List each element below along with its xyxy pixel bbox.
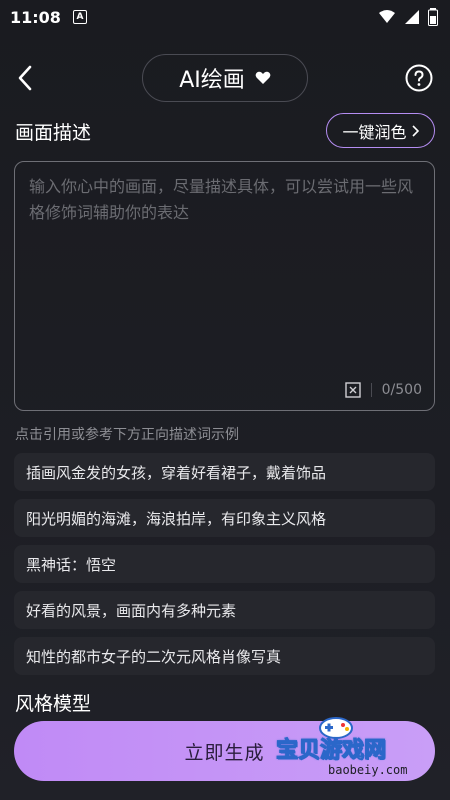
example-item[interactable]: 知性的都市女子的二次元风格肖像写真 — [14, 637, 435, 675]
signal-icon — [405, 10, 419, 24]
help-icon — [405, 64, 433, 92]
back-button[interactable] — [12, 64, 38, 92]
counter-divider — [370, 383, 372, 397]
description-input[interactable]: 输入你心中的画面，尽量描述具体，可以尝试用一些风格修饰词辅助你的表达 0/500 — [14, 161, 435, 411]
watermark-brand: 宝贝游戏网 — [275, 738, 387, 764]
polish-label: 一键润色 — [342, 122, 407, 142]
polish-button[interactable]: 一键润色 — [326, 113, 435, 148]
char-counter: 0/500 — [381, 382, 422, 398]
status-time: 11:08 — [10, 7, 61, 27]
top-bar: AI绘画 — [0, 52, 450, 104]
help-button[interactable] — [405, 64, 433, 92]
watermark-url: baobeiy.com — [328, 763, 408, 777]
description-section-title: 画面描述 — [15, 122, 92, 144]
wifi-icon — [379, 10, 395, 23]
model-switcher[interactable]: AI绘画 — [142, 54, 308, 102]
generate-label: 立即生成 — [184, 741, 265, 764]
example-item[interactable]: 阳光明媚的海滩，海浪拍岸，有印象主义风格 — [14, 499, 435, 537]
chevron-right-icon — [411, 124, 419, 137]
example-item[interactable]: 好看的风景，画面内有多种元素 — [14, 591, 435, 629]
clear-text-icon[interactable] — [344, 382, 361, 398]
status-bar: 11:08 A — [0, 0, 450, 34]
back-arrow-icon — [18, 65, 32, 91]
description-placeholder: 输入你心中的画面，尽量描述具体，可以尝试用一些风格修饰词辅助你的表达 — [29, 177, 414, 222]
page-title: AI绘画 — [179, 68, 245, 93]
battery-icon — [428, 8, 438, 26]
example-item[interactable]: 黑神话：悟空 — [14, 545, 435, 583]
heart-icon — [255, 71, 271, 84]
examples-hint: 点击引用或参考下方正向描述词示例 — [15, 427, 239, 443]
style-model-section-title: 风格模型 — [15, 693, 92, 715]
watermark-logo: 宝贝游戏网 baobeiy.com — [275, 717, 446, 782]
example-item[interactable]: 插画风金发的女孩，穿着好看裙子，戴着饰品 — [14, 453, 435, 491]
notification-badge: A — [72, 10, 87, 24]
